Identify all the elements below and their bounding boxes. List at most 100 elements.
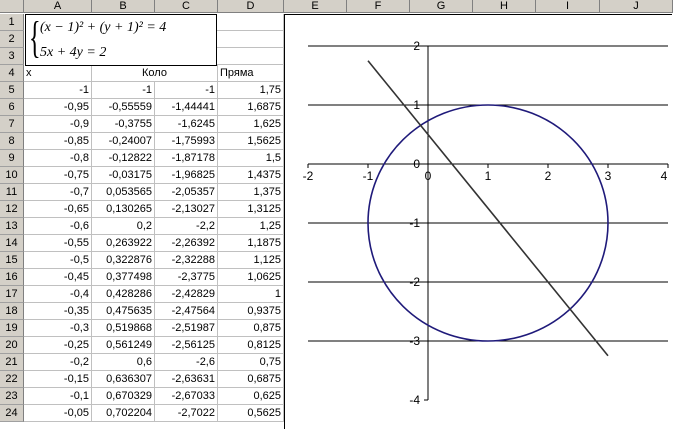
cell-a22[interactable]: -0,15 — [24, 371, 92, 388]
cell-d4[interactable]: Пряма — [218, 65, 284, 82]
cell-d14[interactable]: 1,1875 — [218, 235, 284, 252]
cell-a19[interactable]: -0,3 — [24, 320, 92, 337]
cell-d21[interactable]: 0,75 — [218, 354, 284, 371]
row-header[interactable]: 12 — [0, 201, 24, 218]
cell-c12[interactable]: -2,13027 — [155, 201, 218, 218]
row-header[interactable]: 18 — [0, 303, 24, 320]
cell-a12[interactable]: -0,65 — [24, 201, 92, 218]
select-all-corner[interactable] — [0, 0, 24, 13]
row-header[interactable]: 15 — [0, 252, 24, 269]
cell-b5[interactable]: -1 — [92, 82, 155, 99]
cell-d11[interactable]: 1,375 — [218, 184, 284, 201]
cell-c17[interactable]: -2,42829 — [155, 286, 218, 303]
cell-c16[interactable]: -2,3775 — [155, 269, 218, 286]
cell-c5[interactable]: -1 — [155, 82, 218, 99]
cell-b24[interactable]: 0,702204 — [92, 405, 155, 422]
cell-a16[interactable]: -0,45 — [24, 269, 92, 286]
cell-b23[interactable]: 0,670329 — [92, 388, 155, 405]
cell-b6[interactable]: -0,55559 — [92, 99, 155, 116]
cell-c24[interactable]: -2,7022 — [155, 405, 218, 422]
cell-d18[interactable]: 0,9375 — [218, 303, 284, 320]
cell-b16[interactable]: 0,377498 — [92, 269, 155, 286]
cell-d19[interactable]: 0,875 — [218, 320, 284, 337]
column-header-f[interactable]: F — [347, 0, 410, 13]
cell-c11[interactable]: -2,05357 — [155, 184, 218, 201]
cell-d17[interactable]: 1 — [218, 286, 284, 303]
cell-c19[interactable]: -2,51987 — [155, 320, 218, 337]
cell-d23[interactable]: 0,625 — [218, 388, 284, 405]
cell-a14[interactable]: -0,55 — [24, 235, 92, 252]
chart-area[interactable]: -2 -1 0 1 2 3 4 2 1 0 -1 -2 -3 -4 — [284, 14, 673, 429]
cell-a21[interactable]: -0,2 — [24, 354, 92, 371]
cell-d13[interactable]: 1,25 — [218, 218, 284, 235]
cell-a6[interactable]: -0,95 — [24, 99, 92, 116]
cell-d2[interactable] — [217, 31, 284, 48]
cell-d12[interactable]: 1,3125 — [218, 201, 284, 218]
column-header-h[interactable]: H — [473, 0, 536, 13]
cell-d16[interactable]: 1,0625 — [218, 269, 284, 286]
column-header-c[interactable]: C — [155, 0, 218, 13]
column-header-e[interactable]: E — [284, 0, 347, 13]
cell-a8[interactable]: -0,85 — [24, 133, 92, 150]
cell-b10[interactable]: -0,03175 — [92, 167, 155, 184]
cell-d3[interactable] — [217, 48, 284, 65]
row-header[interactable]: 23 — [0, 388, 24, 405]
cell-a20[interactable]: -0,25 — [24, 337, 92, 354]
row-header[interactable]: 4 — [0, 65, 24, 82]
cell-b18[interactable]: 0,475635 — [92, 303, 155, 320]
cell-d24[interactable]: 0,5625 — [218, 405, 284, 422]
cell-c22[interactable]: -2,63631 — [155, 371, 218, 388]
column-header-d[interactable]: D — [218, 0, 284, 13]
cell-d20[interactable]: 0,8125 — [218, 337, 284, 354]
cell-b21[interactable]: 0,6 — [92, 354, 155, 371]
cell-d22[interactable]: 0,6875 — [218, 371, 284, 388]
row-header[interactable]: 17 — [0, 286, 24, 303]
cell-b14[interactable]: 0,263922 — [92, 235, 155, 252]
cell-d6[interactable]: 1,6875 — [218, 99, 284, 116]
cell-c20[interactable]: -2,56125 — [155, 337, 218, 354]
cell-c18[interactable]: -2,47564 — [155, 303, 218, 320]
row-header[interactable]: 2 — [0, 31, 24, 48]
row-header[interactable]: 6 — [0, 99, 24, 116]
cell-d1[interactable] — [217, 14, 284, 31]
cell-d15[interactable]: 1,125 — [218, 252, 284, 269]
row-header[interactable]: 20 — [0, 337, 24, 354]
row-header[interactable]: 8 — [0, 133, 24, 150]
cell-c8[interactable]: -1,75993 — [155, 133, 218, 150]
row-header[interactable]: 22 — [0, 371, 24, 388]
cell-c21[interactable]: -2,6 — [155, 354, 218, 371]
row-header[interactable]: 21 — [0, 354, 24, 371]
cell-b9[interactable]: -0,12822 — [92, 150, 155, 167]
cell-c9[interactable]: -1,87178 — [155, 150, 218, 167]
cell-a18[interactable]: -0,35 — [24, 303, 92, 320]
row-header[interactable]: 10 — [0, 167, 24, 184]
cell-b8[interactable]: -0,24007 — [92, 133, 155, 150]
cell-c14[interactable]: -2,26392 — [155, 235, 218, 252]
cell-d9[interactable]: 1,5 — [218, 150, 284, 167]
cell-d5[interactable]: 1,75 — [218, 82, 284, 99]
cell-c13[interactable]: -2,2 — [155, 218, 218, 235]
cell-a15[interactable]: -0,5 — [24, 252, 92, 269]
cell-d7[interactable]: 1,625 — [218, 116, 284, 133]
cell-b19[interactable]: 0,519868 — [92, 320, 155, 337]
cell-c15[interactable]: -2,32288 — [155, 252, 218, 269]
cell-a13[interactable]: -0,6 — [24, 218, 92, 235]
cell-a4[interactable]: x — [24, 65, 92, 82]
column-header-g[interactable]: G — [410, 0, 473, 13]
row-header[interactable]: 14 — [0, 235, 24, 252]
row-header[interactable]: 16 — [0, 269, 24, 286]
row-header[interactable]: 11 — [0, 184, 24, 201]
row-header[interactable]: 24 — [0, 405, 24, 422]
cell-b12[interactable]: 0,130265 — [92, 201, 155, 218]
cell-c6[interactable]: -1,44441 — [155, 99, 218, 116]
cell-c7[interactable]: -1,6245 — [155, 116, 218, 133]
row-header[interactable]: 19 — [0, 320, 24, 337]
row-header[interactable]: 7 — [0, 116, 24, 133]
cell-b7[interactable]: -0,3755 — [92, 116, 155, 133]
cell-d10[interactable]: 1,4375 — [218, 167, 284, 184]
cell-b13[interactable]: 0,2 — [92, 218, 155, 235]
row-header[interactable]: 1 — [0, 14, 24, 31]
column-header-j[interactable]: J — [600, 0, 673, 13]
cell-b11[interactable]: 0,053565 — [92, 184, 155, 201]
cell-a17[interactable]: -0,4 — [24, 286, 92, 303]
